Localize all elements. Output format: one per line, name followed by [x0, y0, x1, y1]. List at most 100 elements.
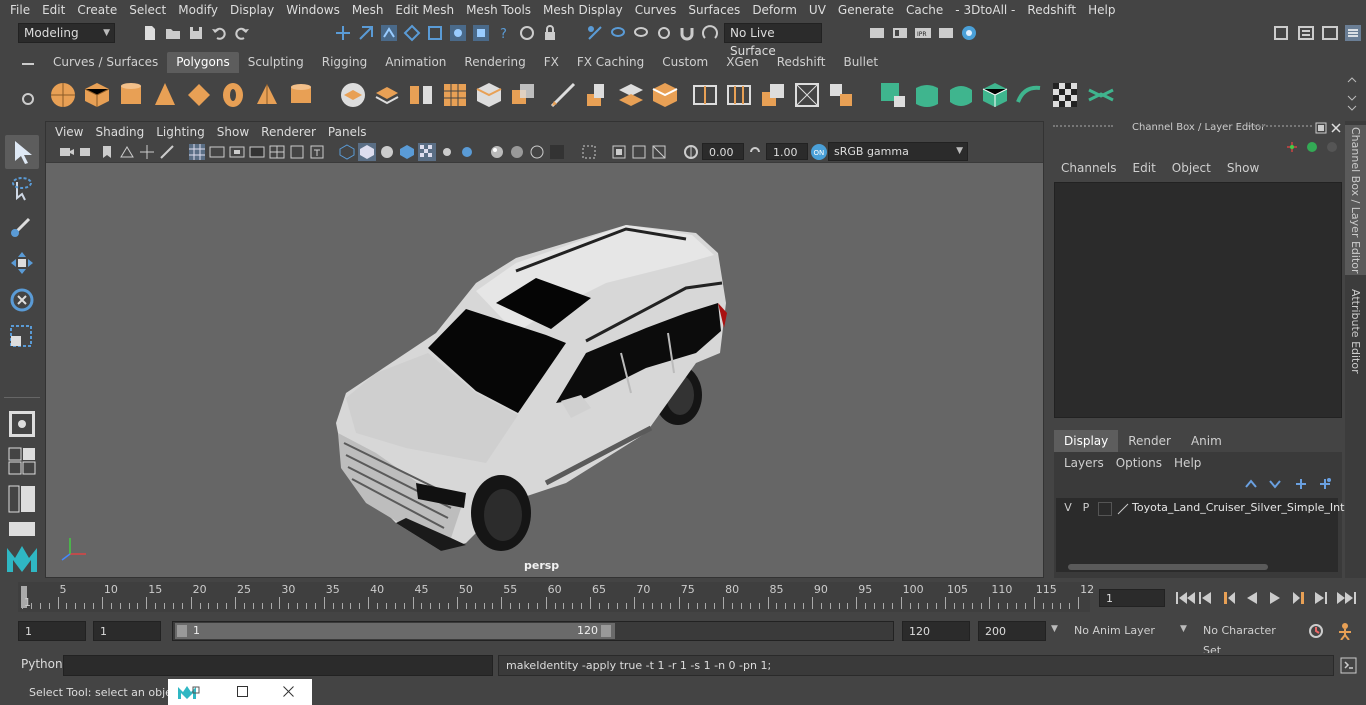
menu-create[interactable]: Create [71, 0, 123, 20]
field-chart-icon[interactable] [268, 143, 286, 161]
command-input[interactable] [63, 655, 493, 676]
render-frame-icon[interactable] [868, 24, 886, 42]
maya-home-button[interactable] [5, 542, 39, 576]
close-panel-icon[interactable] [1330, 122, 1342, 134]
image-plane-icon[interactable] [118, 143, 136, 161]
soft-select-icon[interactable] [586, 24, 604, 42]
xray-components-icon[interactable] [650, 143, 668, 161]
tab-animation[interactable]: Animation [376, 52, 455, 73]
snap-point-icon[interactable] [472, 24, 490, 42]
smooth-icon[interactable] [440, 80, 470, 110]
poly-cone-icon[interactable] [150, 80, 180, 110]
attribute-editor-toggle-icon[interactable] [1297, 24, 1315, 42]
current-frame-field[interactable]: 1 [1099, 589, 1165, 607]
close-window-icon[interactable] [282, 685, 295, 698]
viewport-canvas[interactable] [46, 163, 1043, 577]
tab-sculpting[interactable]: Sculpting [239, 52, 313, 73]
layout-four-button[interactable] [5, 444, 39, 478]
play-forward-icon[interactable] [1270, 592, 1280, 604]
workspace-dropdown[interactable]: Modeling ▼ [18, 23, 115, 43]
menu-uv[interactable]: UV [803, 0, 832, 20]
uv-automatic-icon[interactable] [980, 80, 1010, 110]
poly-sphere-icon[interactable] [48, 80, 78, 110]
select-tool[interactable] [5, 135, 39, 169]
lasso-icon[interactable] [609, 24, 627, 42]
undo-icon[interactable] [210, 24, 228, 42]
tab-fx[interactable]: FX [535, 52, 568, 73]
layer-visibility-toggle[interactable]: V [1061, 501, 1075, 514]
panel-grip[interactable] [1053, 125, 1113, 131]
poly-torus-icon[interactable] [218, 80, 248, 110]
tab-curves-surfaces[interactable]: Curves / Surfaces [44, 52, 167, 73]
modeling-toolkit-icon[interactable] [1272, 24, 1290, 42]
poly-pipe-icon[interactable] [286, 80, 316, 110]
step-back-frame-icon[interactable] [1224, 592, 1235, 604]
paint-select-icon[interactable] [632, 24, 650, 42]
menu-help[interactable]: Help [1082, 0, 1121, 20]
new-layer-icon[interactable] [1294, 477, 1308, 491]
remesh-icon[interactable] [508, 80, 538, 110]
edit-menu[interactable]: Edit [1125, 161, 1164, 175]
show-menu[interactable]: Show [1219, 161, 1267, 175]
separate-icon[interactable] [372, 80, 402, 110]
layer-name[interactable]: Toyota_Land_Cruiser_Silver_Simple_Inter [1132, 501, 1356, 514]
viewport-menu-panels[interactable]: Panels [322, 125, 373, 139]
checker-map-icon[interactable] [1050, 80, 1080, 110]
film-gate-icon[interactable] [208, 143, 226, 161]
render-sequence-icon[interactable] [891, 24, 909, 42]
script-editor-icon[interactable] [1340, 657, 1357, 674]
merge-icon[interactable] [826, 80, 856, 110]
maya-window-icon[interactable] [176, 684, 200, 700]
poly-cylinder-icon[interactable] [116, 80, 146, 110]
camera-select-icon[interactable] [58, 143, 76, 161]
isolate-select-icon[interactable] [580, 143, 598, 161]
range-slider-handle[interactable]: 1 120 [175, 623, 615, 639]
viewport-menu-shading[interactable]: Shading [89, 125, 150, 139]
uv-spherical-icon[interactable] [946, 80, 976, 110]
target-weld-icon[interactable] [758, 80, 788, 110]
step-forward-frame-icon[interactable] [1293, 592, 1304, 604]
poly-cube-icon[interactable] [82, 80, 112, 110]
layout-outliner-button[interactable] [5, 482, 39, 516]
tab-custom[interactable]: Custom [653, 52, 717, 73]
poly-plane-icon[interactable] [184, 80, 214, 110]
menu-cache[interactable]: Cache [900, 0, 949, 20]
lock-icon[interactable] [541, 24, 559, 42]
playback-end-field[interactable]: 120 [902, 621, 970, 641]
car-model[interactable] [336, 225, 727, 551]
tab-bullet[interactable]: Bullet [834, 52, 887, 73]
use-default-material-icon[interactable] [378, 143, 396, 161]
anim-layer-chevron-down-icon[interactable]: ▼ [1051, 624, 1058, 634]
side-tab-channel-box[interactable]: Channel Box / Layer Editor [1345, 125, 1366, 275]
snap-icon[interactable] [403, 24, 421, 42]
bevel-icon[interactable] [650, 80, 680, 110]
gamma-icon[interactable] [746, 143, 764, 161]
shadows-icon[interactable] [458, 143, 476, 161]
grease-pencil-icon[interactable] [158, 143, 176, 161]
layer-playback-toggle[interactable]: P [1079, 501, 1093, 514]
tab-display[interactable]: Display [1054, 430, 1119, 452]
play-backward-icon[interactable] [1247, 592, 1257, 604]
range-start-grip[interactable] [177, 625, 187, 637]
panel-grip-right[interactable] [1247, 125, 1312, 131]
anim-layer-dropdown[interactable]: No Anim Layer [1068, 621, 1178, 641]
object-menu[interactable]: Object [1164, 161, 1219, 175]
viewport-menu-show[interactable]: Show [211, 125, 255, 139]
axis-toggle-icon[interactable] [1285, 140, 1299, 154]
viewport-menu-lighting[interactable]: Lighting [150, 125, 211, 139]
character-set-dropdown[interactable]: No Character Set [1197, 621, 1297, 657]
menu-file[interactable]: File [4, 0, 36, 20]
uv-layout-icon[interactable] [1086, 80, 1116, 110]
screen-space-ao-icon[interactable] [488, 143, 506, 161]
help-menu[interactable]: Help [1168, 456, 1207, 470]
uv-unfold-icon[interactable] [1014, 80, 1044, 110]
maximize-window-icon[interactable] [236, 685, 249, 698]
bridge-icon[interactable] [616, 80, 646, 110]
layer-scrollbar[interactable] [1056, 562, 1338, 572]
menu-surfaces[interactable]: Surfaces [682, 0, 746, 20]
gate-mask-icon[interactable] [248, 143, 266, 161]
viewport-menu-renderer[interactable]: Renderer [255, 125, 322, 139]
select-by-component-icon[interactable] [380, 24, 398, 42]
channel-box-toggle-icon[interactable] [1344, 24, 1362, 42]
float-panel-icon[interactable] [1315, 122, 1327, 134]
